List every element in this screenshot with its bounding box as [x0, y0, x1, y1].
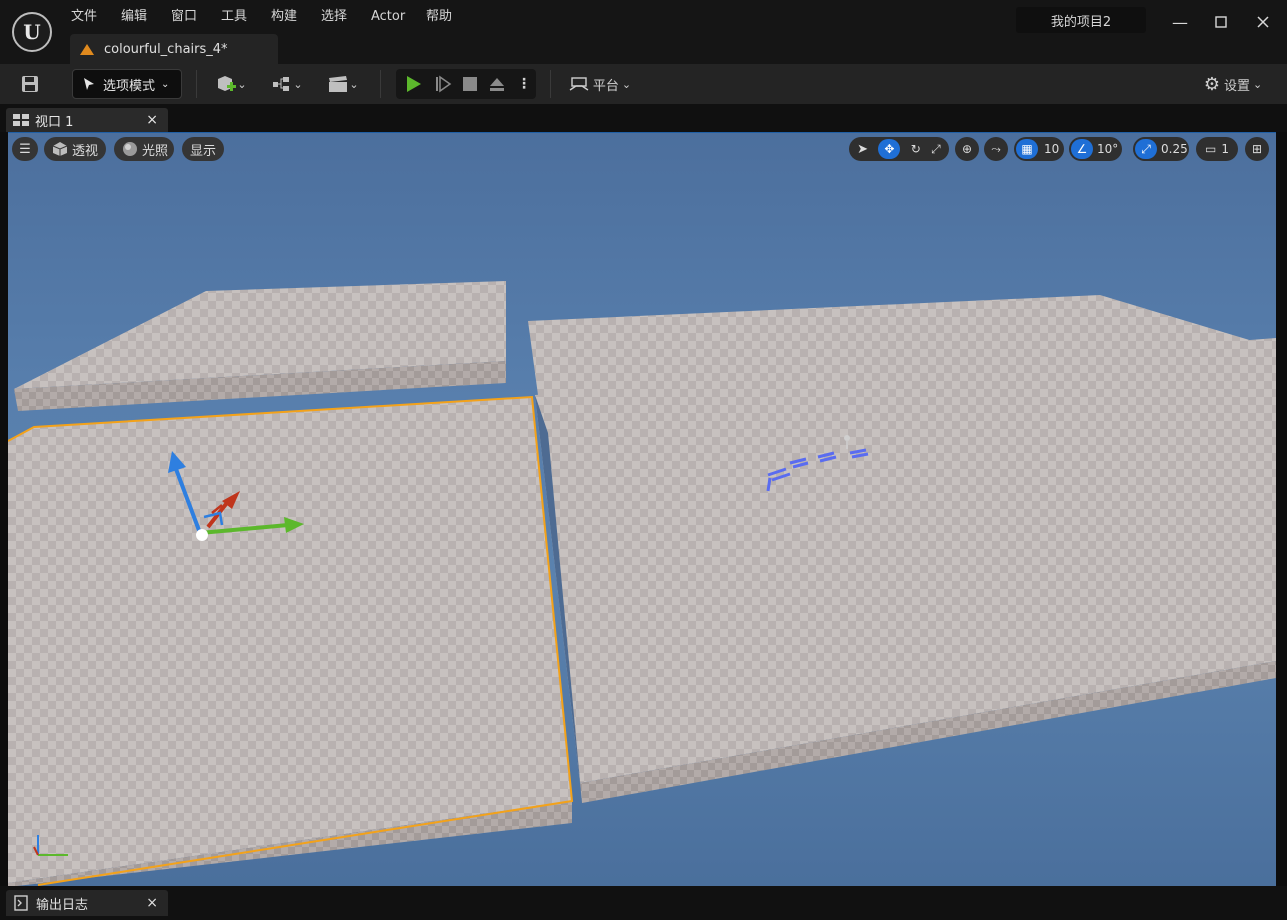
move-icon[interactable]: ✥: [878, 139, 901, 159]
surface-snap-icon[interactable]: ⤳: [984, 137, 1008, 161]
viewport-icon: [13, 114, 29, 126]
perspective-button[interactable]: 透视: [44, 137, 106, 161]
settings-label: 设置: [1223, 78, 1250, 94]
selected-floor-platform: [8, 397, 572, 883]
camera-icon: ▭: [1205, 142, 1217, 156]
sphere-icon: [123, 142, 137, 156]
level-tab[interactable]: colourful_chairs_4*: [70, 34, 278, 64]
add-actor-icon: [218, 76, 237, 91]
camera-speed-button[interactable]: ▭ 1: [1196, 137, 1238, 161]
eject-icon: [490, 78, 504, 91]
divider: [196, 70, 197, 98]
select-icon[interactable]: ➤: [857, 142, 868, 157]
gear-icon: ⚙: [1203, 73, 1220, 95]
scale-snap-toggle[interactable]: ⤢ 0.25: [1133, 137, 1189, 161]
viewport-tab-label: 视口 1: [35, 114, 74, 130]
divider: [380, 70, 381, 98]
eject-button[interactable]: [485, 70, 509, 98]
platform-dropdown[interactable]: 平台 ⌄: [566, 70, 634, 98]
minimize-icon[interactable]: —: [1168, 10, 1192, 34]
grid-snap-toggle[interactable]: ▦ 10: [1014, 137, 1064, 161]
menu-edit[interactable]: 编辑: [121, 8, 147, 26]
settings-dropdown[interactable]: ⚙ 设置 ⌄: [1198, 70, 1268, 98]
angle-icon: ∠: [1071, 139, 1093, 159]
rotation-snap-toggle[interactable]: ∠ 10°: [1069, 137, 1122, 161]
cube-icon: [52, 142, 68, 156]
transform-tools: ➤ ✥ ↻ ⤢: [849, 137, 949, 161]
platform-icon: [569, 77, 589, 91]
scale-snap-icon: ⤢: [1135, 139, 1157, 159]
viewport-tab[interactable]: 视口 1 ×: [6, 108, 168, 132]
grid-snap-value: 10: [1044, 142, 1060, 156]
log-icon: [14, 895, 28, 911]
world-icon[interactable]: ⊕: [955, 137, 979, 161]
step-icon: [436, 75, 452, 93]
play-button[interactable]: [400, 70, 426, 98]
save-icon: [22, 76, 38, 92]
level-icon: [80, 43, 94, 55]
close-icon[interactable]: ×: [146, 112, 158, 128]
play-icon: [407, 76, 421, 92]
level-tab-label: colourful_chairs_4*: [104, 41, 228, 57]
chevron-down-icon: ⌄: [161, 78, 170, 90]
unreal-logo-icon[interactable]: U: [12, 12, 52, 52]
output-log-tab[interactable]: 输出日志 ×: [6, 890, 168, 916]
cinematics-icon: [329, 76, 348, 92]
scale-icon[interactable]: ⤢: [931, 142, 941, 157]
menu-build[interactable]: 构建: [271, 8, 297, 26]
step-button[interactable]: [430, 70, 456, 98]
floor-platform: [535, 338, 1276, 783]
level-viewport[interactable]: [8, 132, 1276, 887]
menu-tools[interactable]: 工具: [221, 8, 247, 26]
close-icon[interactable]: ×: [146, 895, 158, 911]
menu-actor[interactable]: Actor: [371, 8, 405, 26]
mode-icon: [84, 78, 94, 90]
output-log-label: 输出日志: [36, 897, 89, 913]
perspective-label: 透视: [72, 143, 99, 159]
bottom-bar: [0, 886, 1287, 920]
add-actor-button[interactable]: ⌄: [210, 70, 252, 98]
viewport-tab-bar: [0, 104, 1287, 132]
menu-help[interactable]: 帮助: [426, 8, 452, 26]
layout-icon[interactable]: ⊞: [1245, 137, 1269, 161]
play-options-icon[interactable]: ⋮: [515, 70, 533, 98]
platform-label: 平台: [592, 78, 619, 94]
camera-speed-value: 1: [1221, 142, 1229, 156]
show-label: 显示: [189, 143, 216, 159]
save-button[interactable]: [14, 70, 46, 98]
lighting-label: 光照: [142, 143, 169, 159]
rotation-snap-value: 10°: [1097, 142, 1119, 156]
mode-dropdown[interactable]: 选项模式 ⌄: [72, 69, 182, 99]
mode-label: 选项模式: [103, 78, 156, 94]
lighting-button[interactable]: 光照: [114, 137, 174, 161]
divider: [550, 70, 551, 98]
hamburger-icon: ☰: [19, 141, 31, 157]
menu-select[interactable]: 选择: [321, 8, 347, 26]
project-name[interactable]: 我的项目2: [1016, 7, 1146, 33]
blueprint-button[interactable]: ⌄: [266, 70, 308, 98]
menu-file[interactable]: 文件: [71, 8, 97, 26]
stop-button[interactable]: [458, 70, 482, 98]
close-window-icon[interactable]: [1251, 10, 1275, 34]
rotate-icon[interactable]: ↻: [911, 142, 921, 156]
main-toolbar: [0, 64, 1287, 104]
menu-window[interactable]: 窗口: [171, 8, 197, 26]
grid-icon: ▦: [1016, 139, 1038, 159]
viewport-options-button[interactable]: ☰: [12, 137, 38, 161]
scene-render: [8, 281, 1276, 887]
show-button[interactable]: 显示: [182, 137, 224, 161]
maximize-icon[interactable]: [1209, 10, 1233, 34]
scale-snap-value: 0.25: [1161, 142, 1188, 156]
blueprint-icon: [273, 77, 290, 91]
cinematics-button[interactable]: ⌄: [322, 70, 364, 98]
stop-icon: [463, 77, 477, 91]
